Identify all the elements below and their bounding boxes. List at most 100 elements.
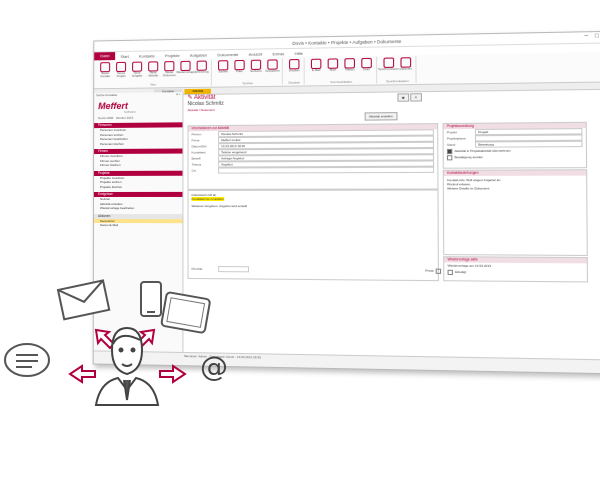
field-input[interactable] <box>218 166 435 174</box>
ribbon-button-label: Wiedervorlage <box>176 69 195 75</box>
window-title: Dovis • Kontakte • Projekte • Aufgaben •… <box>292 38 402 46</box>
ribbon-button-label: Suchen <box>218 69 229 74</box>
arrow-left-icon <box>68 364 96 384</box>
note-line: Weiteres Vorgehen: Angebot wird erstellt <box>191 204 248 209</box>
field-label: Thema <box>191 162 202 167</box>
ribbon-group: Synchronisieren Optionen Synchronisation <box>378 56 417 84</box>
info-panel: Informationen zur Aktivität Person Nicola… <box>187 123 439 190</box>
sidebar-item[interactable]: Personen löschen <box>94 141 182 146</box>
menu-item[interactable]: Dokumente <box>212 51 243 57</box>
field-label: Ort <box>191 168 196 173</box>
ribbon-button[interactable]: Telefon <box>342 57 357 72</box>
sidebar-item[interactable]: Wiedervorlage bearbeiten <box>94 206 182 211</box>
ribbon-group: E-Mail Brief Telefon Notiz Kommunikation <box>306 56 378 85</box>
ribbon-button[interactable]: Neue Aktivität <box>146 60 160 78</box>
checkbox[interactable] <box>446 148 453 154</box>
ribbon-button[interactable]: Neues Dokument <box>162 60 176 77</box>
ribbon-group-label: Kommunikation <box>330 79 353 85</box>
form-row: Ort <box>189 166 438 174</box>
cancel-icon[interactable]: ✕ <box>410 93 422 102</box>
app-meta: Dovis CRM · Version 2013 <box>98 115 134 121</box>
ribbon-button[interactable]: Drucken <box>287 58 302 72</box>
ribbon-button[interactable]: Gruppieren <box>265 58 280 73</box>
ribbon-group-label: Synchronisation <box>386 78 409 84</box>
field-label: Firma <box>191 138 200 143</box>
checkbox[interactable] <box>446 154 453 160</box>
done-checkbox[interactable] <box>447 269 453 275</box>
contact-line: Weitere Details im Dokument. <box>447 186 491 191</box>
resubmission-panel: Wiedervorlage aktiv Wiedervorlage am 14.… <box>443 256 589 283</box>
ribbon-button[interactable]: Erinnerung <box>195 60 209 74</box>
ribbon-button[interactable]: Neue Aufgabe <box>130 61 144 78</box>
ribbon-button[interactable]: Notiz <box>359 57 374 72</box>
ribbon-button-label: Notiz <box>363 67 370 72</box>
check-label: Bestätigung senden <box>454 154 484 160</box>
check-label: Aktivität in Projektaktivität übernehmen <box>454 148 511 154</box>
ribbon-button-label: Synchronisieren <box>378 66 400 72</box>
ribbon-button[interactable]: Suchen <box>216 59 230 73</box>
ribbon-button-label: Erinnerung <box>194 69 209 74</box>
ribbon-group: Drucken Drucken <box>284 57 305 85</box>
ribbon-button[interactable]: Wiedervorlage <box>176 60 195 75</box>
ribbon-button[interactable]: Filter <box>232 59 246 73</box>
file-menu[interactable]: Datei <box>94 52 116 61</box>
project-field-label: Projektphase <box>446 136 466 141</box>
resub-row[interactable]: Erledigt <box>444 269 587 276</box>
maximize-icon[interactable]: □ <box>595 33 599 39</box>
ribbon-button-label: Neues Dokument <box>162 70 176 78</box>
at-icon: @ <box>200 350 228 383</box>
ribbon-button-label: Filter <box>236 69 243 74</box>
menu-item[interactable]: Start <box>115 53 133 58</box>
private-checkbox[interactable] <box>435 268 442 274</box>
brand-logo-sub: Software <box>124 109 136 114</box>
field-label: Person <box>191 132 202 137</box>
menu-item[interactable]: Ansicht <box>244 51 268 56</box>
pin-icon[interactable]: ▾ × <box>176 92 180 98</box>
sidebar-item[interactable]: Firmen löschen <box>94 163 182 168</box>
menu-item[interactable]: Kontakte <box>134 53 160 58</box>
ribbon-button[interactable]: Brief <box>326 57 341 72</box>
save-icon[interactable]: ▣ <box>397 93 410 102</box>
field-label: Kontaktart <box>191 150 206 155</box>
ribbon-button[interactable]: Neues Projekt <box>114 61 128 78</box>
menu-item[interactable]: Hilfe <box>289 50 308 55</box>
resub-date: Wiedervorlage am 14.03.2013 <box>447 263 492 269</box>
communication-illustration: @ <box>4 279 228 406</box>
check-row[interactable]: Bestätigung senden <box>444 153 586 160</box>
ribbon-button[interactable]: Neuer Kontakt <box>98 61 112 78</box>
ribbon-group-label: Drucken <box>288 80 301 85</box>
phone-icon <box>140 281 162 317</box>
ribbon-group: Neuer Kontakt Neues Projekt Neue Aufgabe Ne… <box>96 59 212 88</box>
ribbon-button-label: Drucken <box>288 68 300 73</box>
project-field-label: Projekt <box>446 130 457 135</box>
create-activity-button[interactable]: Aktivität erstellen <box>364 112 398 121</box>
field-label: Datum/Zeit <box>191 144 207 149</box>
ribbon-group: Suchen Filter Sortieren Gruppieren Suchen <box>213 58 283 86</box>
ribbon-button[interactable]: Optionen <box>398 56 413 71</box>
note-line-highlight: Kontaktart ist zu ändern <box>191 197 224 202</box>
notes-panel: Interessent ruft an Kontaktart ist zu än… <box>187 189 442 282</box>
ribbon-button-label: Neue Aufgabe <box>131 70 143 78</box>
chat-bubble-icon <box>4 343 50 377</box>
envelope-icon <box>56 279 111 321</box>
ribbon-button-label: Neues Projekt <box>116 70 126 78</box>
ribbon-group-label: Neu <box>150 82 156 87</box>
project-field-input[interactable]: Bewertung <box>474 140 583 148</box>
menu-item[interactable]: Aufgaben <box>185 52 213 58</box>
form-subject: Nicolas Schmitz <box>187 100 224 108</box>
minimize-icon[interactable]: – <box>584 33 588 39</box>
ribbon-button-label: Telefon <box>344 67 355 72</box>
menu-item[interactable]: Projekte <box>160 52 185 57</box>
sidebar-item[interactable]: Projekte löschen <box>94 184 182 189</box>
project-field-label: Stand <box>446 142 456 147</box>
ribbon-button[interactable]: Synchronisieren <box>378 56 400 72</box>
menu-item[interactable]: Extras <box>267 51 289 56</box>
ribbon-button-label: Brief <box>329 67 336 72</box>
sidebar-item[interactable]: Serien-E-Mail <box>94 223 182 228</box>
contact-text[interactable]: Kontakt-Info: Ruft wegen Angebot an. Rüc… <box>444 176 586 194</box>
arrow-right-icon <box>159 364 187 384</box>
ribbon-button[interactable]: E-Mail <box>309 58 324 73</box>
ribbon-button[interactable]: Sortieren <box>249 59 263 73</box>
notes-text[interactable]: Interessent ruft an Kontaktart ist zu än… <box>189 191 438 211</box>
ribbon-button-label: Gruppieren <box>265 68 280 73</box>
